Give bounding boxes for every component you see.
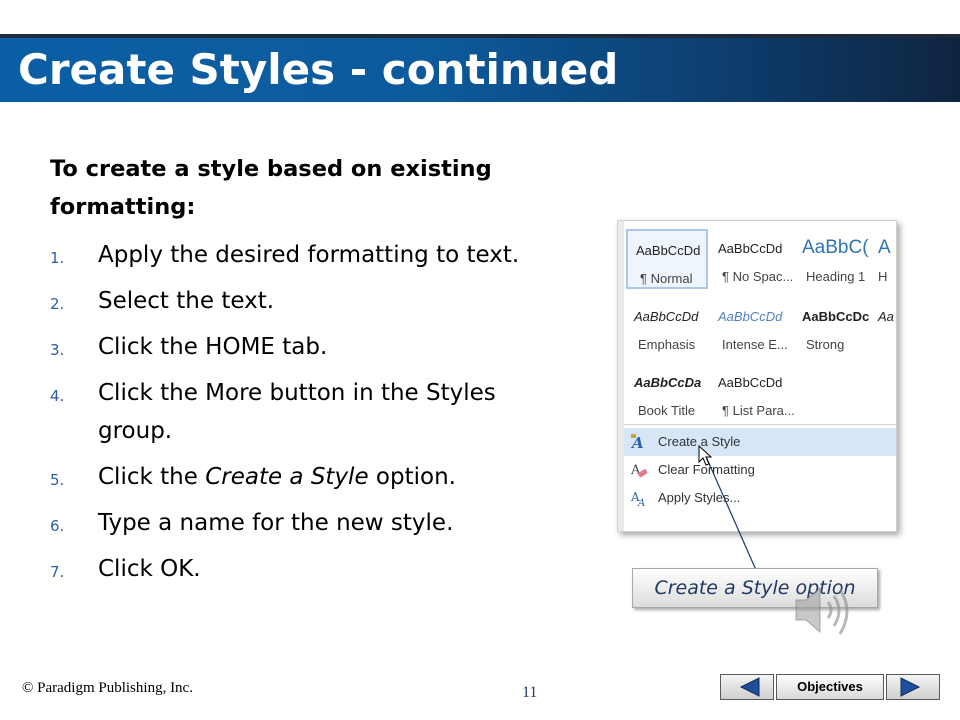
- copyright: © Paradigm Publishing, Inc.: [22, 680, 193, 696]
- triangle-right-icon: [900, 677, 921, 697]
- objectives-label: Objectives: [797, 679, 863, 694]
- mouse-cursor-icon: [698, 444, 713, 466]
- speaker-icon[interactable]: [792, 582, 854, 642]
- previous-slide-button[interactable]: [720, 674, 774, 700]
- triangle-left-icon: [739, 677, 760, 697]
- page-number: 11: [522, 684, 538, 701]
- slide-navigation: Objectives: [720, 674, 940, 700]
- next-slide-button[interactable]: [886, 674, 940, 700]
- objectives-button[interactable]: Objectives: [776, 674, 884, 700]
